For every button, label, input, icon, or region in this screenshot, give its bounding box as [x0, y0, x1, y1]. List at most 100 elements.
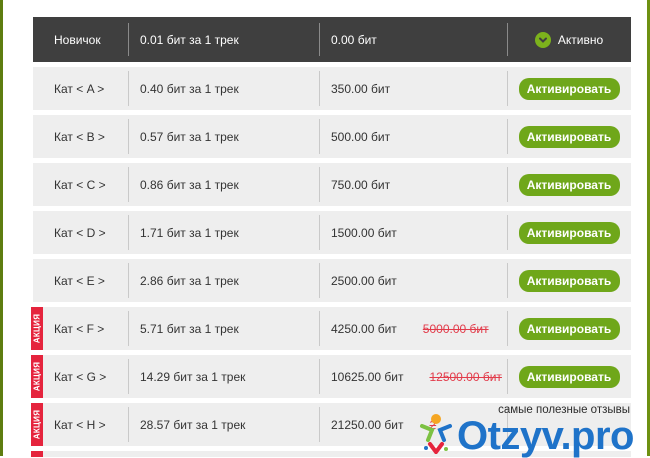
- active-status-label: Активно: [557, 32, 604, 47]
- tariff-row: Кат < E > 2.86 бит за 1 трек 2500.00 бит Ак…: [33, 259, 631, 302]
- tariff-level: Кат < G >: [54, 369, 107, 384]
- column-divider: [507, 263, 508, 298]
- column-divider: [507, 407, 508, 442]
- tariff-price-cell: 4250.00 бит 5000.00 бит: [319, 307, 507, 350]
- tariff-price-cell: 21250.00 бит 2: [319, 403, 507, 446]
- column-divider: [128, 23, 129, 56]
- activate-button[interactable]: Активировать: [518, 173, 620, 196]
- column-divider: [128, 119, 129, 154]
- tariff-level: Кат < E >: [54, 273, 105, 288]
- tariff-row: АКЦИЯ Кат < F > 5.71 бит за 1 трек 4250.00 …: [31, 307, 631, 350]
- action-cell: Активировать: [507, 163, 631, 206]
- tariff-rate: 5.71 бит за 1 трек: [140, 321, 239, 336]
- column-divider: [319, 311, 320, 346]
- tariff-rate: 0.40 бит за 1 трек: [140, 81, 239, 96]
- promo-badge-label: АКЦИЯ: [32, 409, 42, 440]
- tariff-rate: 0.57 бит за 1 трек: [140, 129, 239, 144]
- tariff-rate: 14.29 бит за 1 трек: [140, 369, 246, 384]
- column-divider: [128, 407, 129, 442]
- activate-button[interactable]: Активировать: [518, 365, 620, 388]
- tariff-row: Кат < D > 1.71 бит за 1 трек 1500.00 бит Ак…: [33, 211, 631, 254]
- activate-button[interactable]: Активировать: [518, 125, 620, 148]
- promo-badge: АКЦИЯ: [31, 403, 43, 446]
- tariff-price-cell: 1500.00 бит: [319, 211, 507, 254]
- column-divider: [507, 215, 508, 250]
- tariff-price-cell: 500.00 бит: [319, 115, 507, 158]
- tariff-level: Кат < F >: [54, 321, 105, 336]
- tariff-rate: 2.86 бит за 1 трек: [140, 273, 239, 288]
- activate-button[interactable]: Активировать: [518, 77, 620, 100]
- status-cell: Активно: [507, 17, 631, 62]
- column-divider: [507, 359, 508, 394]
- old-price: 2: [429, 417, 437, 432]
- tariff-price: 4250.00 бит: [331, 321, 397, 336]
- next-row-partial: [33, 451, 631, 457]
- column-divider: [507, 119, 508, 154]
- promo-badge-partial: [31, 451, 43, 457]
- activate-button[interactable]: Активировать: [518, 269, 620, 292]
- current-rate: 0.01 бит за 1 трек: [140, 32, 239, 47]
- column-divider: [507, 167, 508, 202]
- tariff-price: 750.00 бит: [331, 177, 391, 192]
- tariff-level: Кат < D >: [54, 225, 106, 240]
- action-cell: Активировать: [507, 259, 631, 302]
- column-divider: [319, 71, 320, 106]
- tariff-row: Кат < B > 0.57 бит за 1 трек 500.00 бит Акт…: [33, 115, 631, 158]
- action-cell: Активировать: [507, 307, 631, 350]
- current-cost: 0.00 бит: [331, 32, 377, 47]
- promo-badge: АКЦИЯ: [31, 355, 43, 398]
- action-cell: Активировать: [507, 211, 631, 254]
- tariff-price-cell: 750.00 бит: [319, 163, 507, 206]
- column-divider: [319, 359, 320, 394]
- tariff-level: Кат < A >: [54, 81, 105, 96]
- tariff-price: 10625.00 бит: [331, 369, 404, 384]
- activate-button[interactable]: Активировать: [518, 221, 620, 244]
- action-cell: [507, 403, 631, 446]
- promo-badge-label: АКЦИЯ: [32, 313, 42, 344]
- action-cell: Активировать: [507, 115, 631, 158]
- tariff-price-cell: 10625.00 бит 12500.00 бит: [319, 355, 507, 398]
- tariff-row: Кат < C > 0.86 бит за 1 трек 750.00 бит Акт…: [33, 163, 631, 206]
- action-cell: Активировать: [507, 67, 631, 110]
- action-cell: Активировать: [507, 355, 631, 398]
- promo-badge: АКЦИЯ: [31, 307, 43, 350]
- activate-button[interactable]: Активировать: [518, 317, 620, 340]
- promo-badge-label: АКЦИЯ: [32, 361, 42, 392]
- column-divider: [128, 311, 129, 346]
- column-divider: [319, 23, 320, 56]
- column-divider: [319, 167, 320, 202]
- column-divider: [319, 263, 320, 298]
- tariff-level: Кат < H >: [54, 417, 106, 432]
- tariff-price-cell: 350.00 бит: [319, 67, 507, 110]
- tariff-level: Кат < B >: [54, 129, 105, 144]
- column-divider: [128, 359, 129, 394]
- tariff-rate: 0.86 бит за 1 трек: [140, 177, 239, 192]
- tariff-price-cell: 2500.00 бит: [319, 259, 507, 302]
- column-divider: [128, 263, 129, 298]
- current-level: Новичок: [54, 32, 101, 47]
- tariff-row: АКЦИЯ Кат < G > 14.29 бит за 1 трек 10625.0…: [31, 355, 631, 398]
- column-divider: [507, 311, 508, 346]
- tariff-row: Кат < A > 0.40 бит за 1 трек 350.00 бит Акт…: [33, 67, 631, 110]
- tariff-row: АКЦИЯ Кат < H > 28.57 бит за 1 трек 21250.0…: [31, 403, 631, 446]
- column-divider: [128, 71, 129, 106]
- tariff-price: 2500.00 бит: [331, 273, 397, 288]
- tariff-price: 1500.00 бит: [331, 225, 397, 240]
- tariff-rate: 28.57 бит за 1 трек: [140, 417, 246, 432]
- column-divider: [128, 167, 129, 202]
- tariff-rate: 1.71 бит за 1 трек: [140, 225, 239, 240]
- column-divider: [319, 215, 320, 250]
- old-price: 5000.00 бит: [422, 321, 489, 336]
- old-price: 12500.00 бит: [429, 369, 502, 384]
- tariff-price: 21250.00 бит: [331, 417, 404, 432]
- current-tariff-row: Новичок 0.01 бит за 1 трек 0.00 бит Акти…: [33, 17, 631, 62]
- check-icon: [534, 31, 551, 48]
- column-divider: [128, 215, 129, 250]
- tariff-table: Новичок 0.01 бит за 1 трек 0.00 бит Акти…: [31, 17, 631, 446]
- top-margin: [0, 0, 650, 17]
- left-edge-strip: [0, 0, 3, 456]
- column-divider: [507, 71, 508, 106]
- column-divider: [319, 119, 320, 154]
- tariff-price: 350.00 бит: [331, 81, 391, 96]
- active-status: Активно: [534, 31, 604, 48]
